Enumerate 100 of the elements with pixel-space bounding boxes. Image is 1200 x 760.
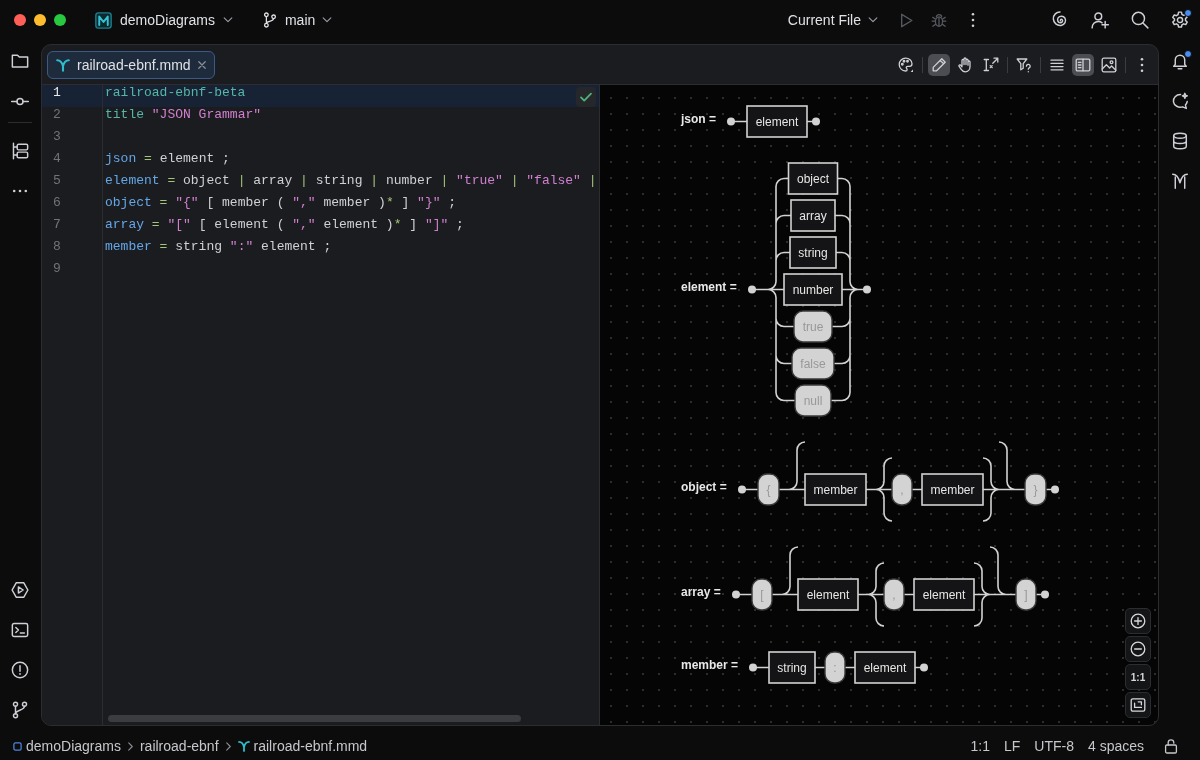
project-menu-button[interactable]: demoDiagrams xyxy=(91,6,237,34)
code-line: array = "[" [ element ( "," element )* ] "]" ; xyxy=(104,217,464,234)
nonterminal-node: element xyxy=(912,578,975,611)
terminal-node: , xyxy=(891,473,913,506)
lines-icon xyxy=(1049,58,1065,71)
horizontal-scrollbar[interactable] xyxy=(108,715,521,722)
pencil-icon xyxy=(931,56,947,73)
code-line: json = element ; xyxy=(104,151,230,168)
line-number: 8 xyxy=(53,239,61,256)
settings-icon[interactable] xyxy=(1171,11,1189,29)
terminal-node: [ xyxy=(751,578,773,611)
terminal-node: null xyxy=(794,384,832,417)
minimize-window-button[interactable] xyxy=(34,14,46,26)
logo-icon[interactable] xyxy=(1171,172,1189,190)
nonterminal-node: string xyxy=(768,651,816,684)
funnel-question-icon[interactable] xyxy=(1016,56,1032,73)
chat-sparkle-icon[interactable] xyxy=(1171,92,1189,110)
terminal-node: , xyxy=(883,578,905,611)
hexagon-play-icon[interactable] xyxy=(11,581,29,599)
image-icon xyxy=(1101,56,1117,73)
status-bar-item[interactable]: 4 spaces xyxy=(1080,738,1151,754)
commit-icon[interactable] xyxy=(11,96,29,106)
chevron-right-icon xyxy=(225,741,231,751)
fork-icon xyxy=(237,740,250,752)
zoom-in-button[interactable] xyxy=(1125,608,1151,634)
caret-icon xyxy=(322,17,333,23)
line-number: 6 xyxy=(53,195,61,212)
frame-icon xyxy=(1130,697,1146,713)
add-user-icon[interactable] xyxy=(1091,11,1109,29)
chevron-right-icon xyxy=(127,741,133,751)
search-icon[interactable] xyxy=(1131,11,1149,29)
reset-zoom-button[interactable]: 1:1 xyxy=(1125,664,1151,690)
plus-circle-icon xyxy=(1130,613,1146,629)
run-configuration-menu[interactable]: Current File xyxy=(783,6,882,34)
nonterminal-node: element xyxy=(796,578,859,611)
line-number: 3 xyxy=(53,129,61,146)
nonterminal-node: member xyxy=(803,473,867,506)
close-icon[interactable] xyxy=(197,60,206,69)
nonterminal-node: number xyxy=(782,273,843,306)
split-view-icon xyxy=(1075,56,1091,73)
swirl-icon[interactable] xyxy=(1051,11,1069,29)
more-icon[interactable] xyxy=(12,189,28,193)
exclamation-circle-icon[interactable] xyxy=(11,661,29,679)
branch-icon[interactable] xyxy=(11,701,29,719)
split-view-button[interactable] xyxy=(1072,53,1094,76)
nonterminal-node: array xyxy=(789,199,836,232)
breadcrumb-item[interactable]: railroad-ebnf xyxy=(139,738,219,754)
terminal-node: { xyxy=(757,473,780,506)
minus-circle-icon xyxy=(1130,641,1146,657)
line-number: 9 xyxy=(53,261,61,278)
rule-label: object = xyxy=(681,479,727,494)
line-number: 7 xyxy=(53,217,61,234)
nonterminal-node: element xyxy=(854,651,916,684)
zoom-out-button[interactable] xyxy=(1125,636,1151,662)
editor-tab[interactable]: railroad-ebnf.mmd xyxy=(47,50,215,79)
rule-label: array = xyxy=(681,584,721,599)
line-number: 4 xyxy=(53,151,61,168)
nonterminal-node: member xyxy=(920,473,984,506)
hand-icon xyxy=(957,56,973,73)
terminal-node: : xyxy=(824,651,846,684)
line-number: 2 xyxy=(53,107,61,124)
bell-icon[interactable] xyxy=(1171,52,1189,70)
code-line: title "JSON Grammar" xyxy=(104,107,262,124)
fit-button[interactable] xyxy=(1125,692,1151,718)
terminal-node: false xyxy=(791,347,835,380)
database-icon[interactable] xyxy=(1171,132,1189,150)
edit-mode-button[interactable] xyxy=(928,53,950,76)
terminal-node: } xyxy=(1024,473,1047,506)
zoom-window-button[interactable] xyxy=(54,14,66,26)
nonterminal-node: object xyxy=(787,162,838,195)
caret-icon xyxy=(868,17,878,23)
line-number: 1 xyxy=(42,85,102,107)
terminal-node: ] xyxy=(1015,578,1037,611)
palette-icon[interactable] xyxy=(898,56,914,73)
breadcrumb-item[interactable]: demoDiagrams xyxy=(13,738,121,754)
square-icon xyxy=(13,741,22,751)
rule-label: element = xyxy=(681,279,737,294)
nonterminal-node: element xyxy=(746,105,808,138)
code-line: member = string ":" element ; xyxy=(104,239,332,256)
code-line: object = "{" [ member ( "," member )* ] "}" ; xyxy=(104,195,457,212)
project-logo-icon xyxy=(95,11,112,29)
status-bar-item[interactable]: UTF-8 xyxy=(1027,738,1081,754)
caret-icon xyxy=(222,17,233,23)
structure-icon[interactable] xyxy=(11,142,29,160)
folder-icon[interactable] xyxy=(11,52,29,70)
close-window-button[interactable] xyxy=(14,14,26,26)
rule-label: json = xyxy=(681,111,716,126)
terminal-node: true xyxy=(793,310,833,343)
status-bar-item[interactable]: LF xyxy=(996,738,1028,754)
line-number: 5 xyxy=(53,173,61,190)
fork-icon xyxy=(56,57,70,72)
breadcrumb-item[interactable]: railroad-ebnf.mmd xyxy=(237,738,368,754)
nonterminal-node: string xyxy=(788,236,837,269)
more-icon[interactable] xyxy=(1140,56,1144,73)
terminal-icon[interactable] xyxy=(11,621,29,639)
branch-menu-button[interactable]: main xyxy=(257,6,337,34)
status-bar-item[interactable]: 1:1 xyxy=(963,738,997,754)
lock-icon[interactable] xyxy=(1163,738,1179,754)
more-icon[interactable] xyxy=(971,12,975,28)
code-line: element = object | array | string | number | "true" | "false" | xyxy=(104,173,597,190)
